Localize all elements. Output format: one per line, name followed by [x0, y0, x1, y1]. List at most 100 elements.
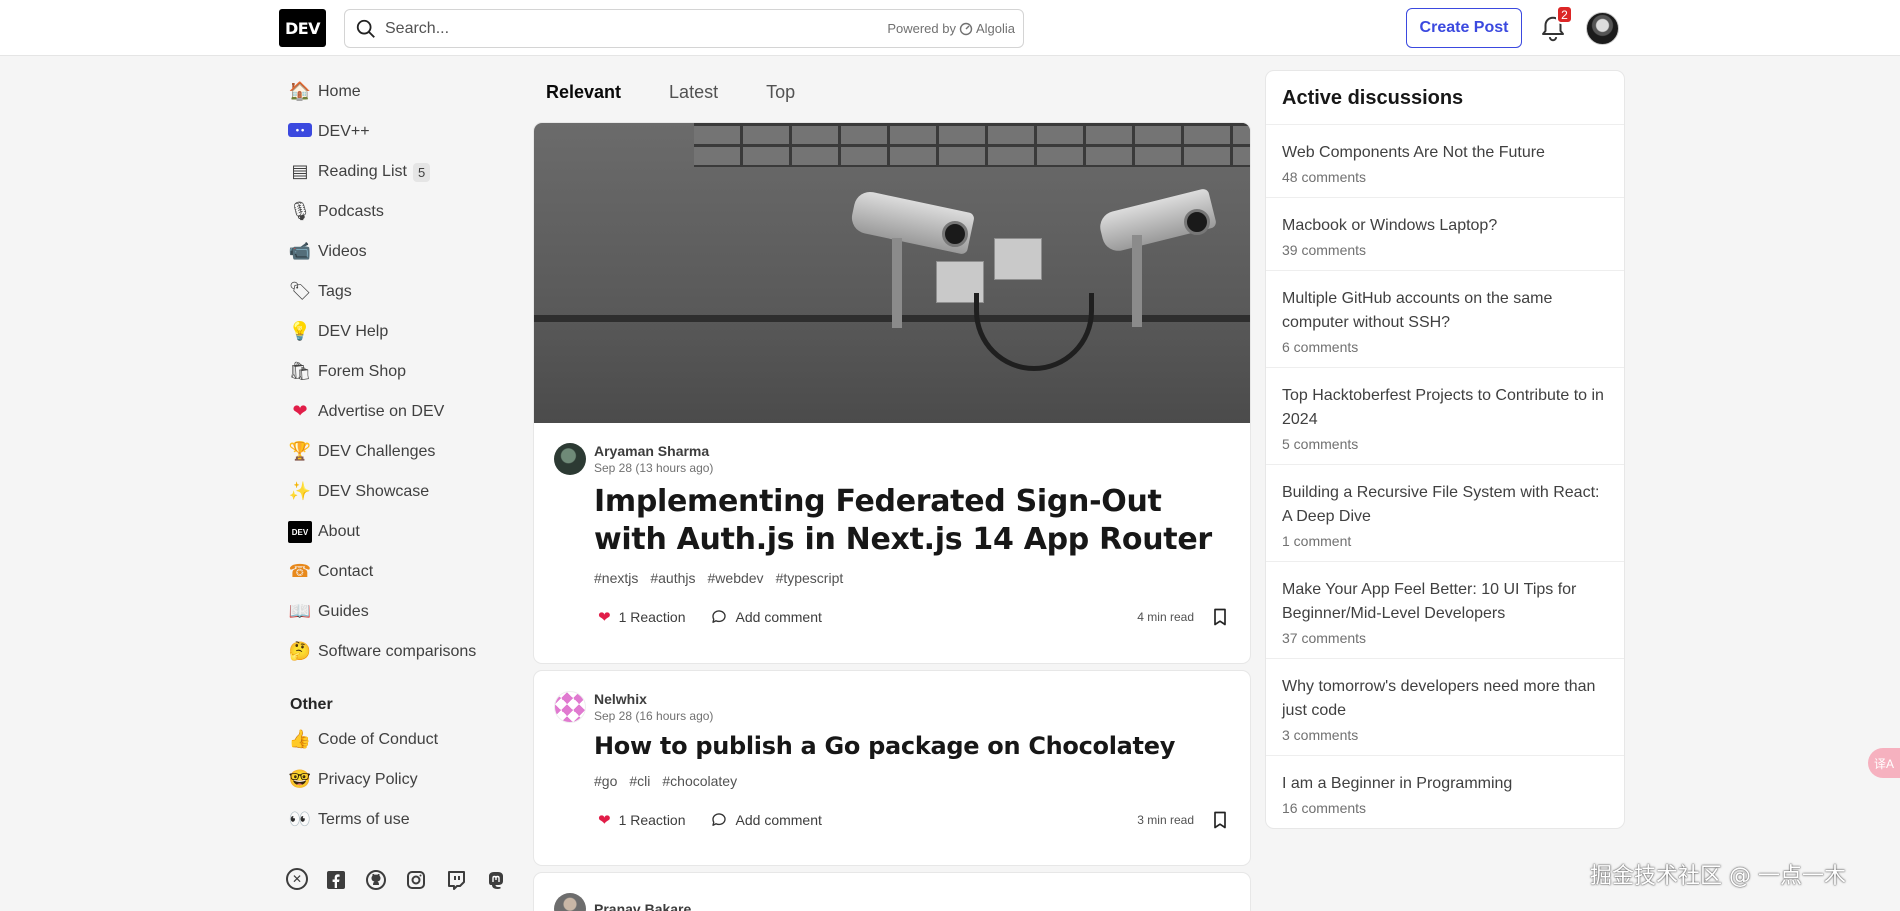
- sidebar-item-contact[interactable]: ☎ Contact: [278, 552, 518, 592]
- sidebar-item-dev-showcase[interactable]: ✨ DEV Showcase: [278, 472, 518, 512]
- tag-link[interactable]: #nextjs: [590, 568, 642, 588]
- video-camera-icon: 📹: [288, 241, 312, 262]
- post-meta: ❤ 1 Reaction Add comment 3 min read: [590, 803, 1230, 837]
- tag-link[interactable]: #cli: [625, 771, 654, 791]
- sidebar-item-terms-of-use[interactable]: 👀 Terms of use: [278, 800, 518, 840]
- discussion-item[interactable]: Building a Recursive File System with Re…: [1266, 465, 1624, 562]
- translate-float-button[interactable]: 译A: [1868, 748, 1900, 778]
- reactions-count: 1 Reaction: [618, 609, 686, 625]
- search-input[interactable]: [385, 15, 825, 43]
- post-card[interactable]: Aryaman Sharma Sep 28 (13 hours ago) Imp…: [534, 123, 1250, 663]
- sidebar-item-label: Contact: [318, 563, 374, 580]
- mastodon-icon[interactable]: [484, 868, 508, 892]
- search-bar[interactable]: Powered by Algolia: [344, 9, 1024, 48]
- discussion-title[interactable]: Multiple GitHub accounts on the same com…: [1282, 287, 1608, 335]
- tab-top[interactable]: Top: [754, 80, 807, 105]
- dev-logo[interactable]: DEV: [279, 9, 326, 47]
- discussion-title[interactable]: Make Your App Feel Better: 10 UI Tips fo…: [1282, 578, 1608, 626]
- sidebar-item-label: DEV Showcase: [318, 483, 430, 500]
- create-post-button[interactable]: Create Post: [1406, 8, 1522, 48]
- facebook-icon[interactable]: [324, 868, 348, 892]
- sidebar-item-forem-shop[interactable]: 🛍 Forem Shop: [278, 352, 518, 392]
- post-title[interactable]: Implementing Federated Sign-Out with Aut…: [594, 483, 1230, 558]
- sidebar-item-code-of-conduct[interactable]: 👍 Code of Conduct: [278, 720, 518, 760]
- sidebar-item-reading-list[interactable]: ▤ Reading List 5: [278, 152, 518, 192]
- x-icon[interactable]: ✕: [286, 868, 308, 890]
- sidebar-item-advertise[interactable]: ❤ Advertise on DEV: [278, 392, 518, 432]
- sidebar-item-label: Home: [318, 83, 361, 100]
- discussion-title[interactable]: Web Components Are Not the Future: [1282, 141, 1608, 165]
- post-date[interactable]: Sep 28 (13 hours ago): [594, 461, 713, 475]
- thinking-face-icon: 🤔: [288, 641, 312, 662]
- add-comment-button[interactable]: Add comment: [702, 807, 830, 833]
- sidebar-item-tags[interactable]: 🏷 Tags: [278, 272, 518, 312]
- sidebar-item-label: About: [318, 523, 360, 540]
- discussion-comments: 37 comments: [1282, 630, 1367, 646]
- discussion-title[interactable]: Top Hacktoberfest Projects to Contribute…: [1282, 384, 1608, 432]
- search-icon: [356, 19, 375, 38]
- discussion-item[interactable]: Web Components Are Not the Future 48 comm…: [1266, 125, 1624, 198]
- discussion-title[interactable]: Building a Recursive File System with Re…: [1282, 481, 1608, 529]
- sidebar-item-guides[interactable]: 📖 Guides: [278, 592, 518, 632]
- author-avatar[interactable]: [554, 893, 586, 911]
- add-comment-button[interactable]: Add comment: [702, 604, 830, 630]
- discussion-item[interactable]: I am a Beginner in Programming 16 comment…: [1266, 756, 1624, 828]
- sidebar-item-dev-plus[interactable]: •• DEV++: [278, 112, 518, 152]
- discussion-title[interactable]: Why tomorrow's developers need more than…: [1282, 675, 1608, 723]
- left-sidebar: 🏠 Home •• DEV++ ▤ Reading List 5 🎙 Podcasts 📹…: [278, 72, 518, 840]
- author-avatar[interactable]: [554, 443, 586, 475]
- sidebar-item-label: Terms of use: [318, 811, 410, 828]
- camera-mount-right: [1132, 235, 1142, 327]
- discussion-item[interactable]: Macbook or Windows Laptop? 39 comments: [1266, 198, 1624, 271]
- post-cover-image[interactable]: [534, 123, 1250, 423]
- tag-link[interactable]: #go: [590, 771, 621, 791]
- dev-plus-glyph: ••: [295, 127, 306, 137]
- discussion-title[interactable]: Macbook or Windows Laptop?: [1282, 214, 1608, 238]
- github-icon[interactable]: [364, 868, 388, 892]
- sidebar-item-about[interactable]: DEV About: [278, 512, 518, 552]
- user-avatar[interactable]: [1586, 12, 1619, 45]
- tab-relevant[interactable]: Relevant: [534, 80, 633, 105]
- author-name[interactable]: Pranav Bakare: [594, 901, 691, 911]
- tag-link[interactable]: #webdev: [704, 568, 768, 588]
- sidebar-item-home[interactable]: 🏠 Home: [278, 72, 518, 112]
- reactions-button[interactable]: ❤ 1 Reaction: [590, 807, 694, 833]
- sidebar-item-privacy-policy[interactable]: 🤓 Privacy Policy: [278, 760, 518, 800]
- algolia-credit[interactable]: Powered by Algolia: [887, 21, 1015, 36]
- discussion-item[interactable]: Multiple GitHub accounts on the same com…: [1266, 271, 1624, 368]
- reactions-button[interactable]: ❤ 1 Reaction: [590, 604, 694, 630]
- twitch-icon[interactable]: [444, 868, 468, 892]
- discussion-item[interactable]: Make Your App Feel Better: 10 UI Tips fo…: [1266, 562, 1624, 659]
- tag-link[interactable]: #typescript: [772, 568, 848, 588]
- sidebar-item-label: Code of Conduct: [318, 731, 439, 748]
- post-date[interactable]: Sep 28 (16 hours ago): [594, 709, 713, 723]
- sidebar-item-label: Forem Shop: [318, 363, 407, 380]
- discussion-comments: 6 comments: [1282, 339, 1359, 355]
- sidebar-item-dev-help[interactable]: 💡 DEV Help: [278, 312, 518, 352]
- author-avatar[interactable]: [554, 691, 586, 723]
- sidebar-item-videos[interactable]: 📹 Videos: [278, 232, 518, 272]
- post-body: Pranav Bakare: [534, 873, 1250, 911]
- sidebar-item-podcasts[interactable]: 🎙 Podcasts: [278, 192, 518, 232]
- post-tags: #nextjs #authjs #webdev #typescript: [590, 568, 1230, 588]
- discussion-item[interactable]: Why tomorrow's developers need more than…: [1266, 659, 1624, 756]
- sidebar-item-dev-challenges[interactable]: 🏆 DEV Challenges: [278, 432, 518, 472]
- bookmark-icon[interactable]: [1210, 607, 1230, 627]
- post-title[interactable]: How to publish a Go package on Chocolate…: [594, 731, 1230, 761]
- comment-icon: [711, 813, 726, 826]
- post-card[interactable]: Nelwhix Sep 28 (16 hours ago) How to pub…: [534, 671, 1250, 865]
- tag-link[interactable]: #chocolatey: [658, 771, 741, 791]
- post-card[interactable]: Pranav Bakare: [534, 873, 1250, 911]
- discussion-comments: 48 comments: [1282, 169, 1367, 185]
- discussion-item[interactable]: Top Hacktoberfest Projects to Contribute…: [1266, 368, 1624, 465]
- tag-link[interactable]: #authjs: [646, 568, 699, 588]
- discussion-title[interactable]: I am a Beginner in Programming: [1282, 772, 1608, 796]
- post-author-row: Aryaman Sharma Sep 28 (13 hours ago): [554, 443, 1230, 475]
- instagram-icon[interactable]: [404, 868, 428, 892]
- author-name[interactable]: Nelwhix: [594, 691, 713, 707]
- tab-latest[interactable]: Latest: [657, 80, 730, 105]
- sidebar-item-software-comparisons[interactable]: 🤔 Software comparisons: [278, 632, 518, 672]
- author-name[interactable]: Aryaman Sharma: [594, 443, 713, 459]
- camera-mount-left: [892, 238, 902, 328]
- bookmark-icon[interactable]: [1210, 810, 1230, 830]
